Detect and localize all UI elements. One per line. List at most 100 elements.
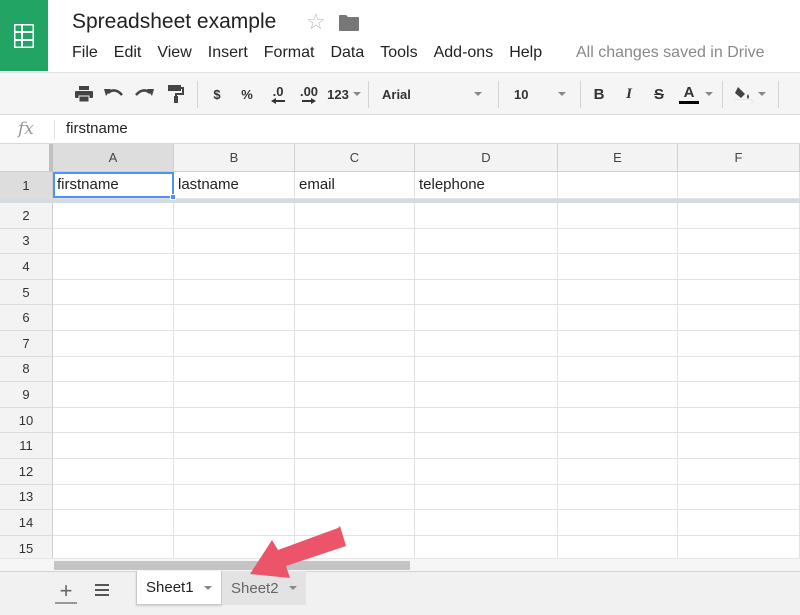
cell[interactable] — [678, 331, 800, 357]
font-family-dropdown[interactable]: Arial — [374, 82, 490, 106]
cell[interactable] — [558, 510, 678, 536]
cell[interactable] — [174, 254, 295, 280]
cell[interactable] — [678, 510, 800, 536]
cell[interactable] — [295, 305, 415, 331]
cell[interactable] — [678, 382, 800, 408]
font-size-dropdown[interactable]: 10 — [506, 82, 574, 106]
menu-tools[interactable]: Tools — [372, 44, 425, 64]
menu-edit[interactable]: Edit — [106, 44, 150, 64]
sheet-tab-sheet1[interactable]: Sheet1 — [136, 571, 222, 605]
increase-decimals-button[interactable]: .00 — [294, 82, 324, 106]
cell[interactable] — [53, 459, 174, 485]
cell[interactable] — [415, 459, 558, 485]
cell[interactable] — [53, 228, 174, 255]
cell[interactable] — [558, 279, 678, 306]
menu-insert[interactable]: Insert — [200, 44, 256, 64]
row-header[interactable]: 1 — [0, 172, 53, 199]
select-all-corner[interactable] — [0, 144, 53, 172]
cell[interactable] — [174, 279, 295, 306]
cell[interactable] — [295, 433, 415, 459]
row-header[interactable]: 12 — [0, 459, 53, 485]
cell[interactable] — [415, 228, 558, 255]
cell[interactable] — [415, 510, 558, 536]
column-header-f[interactable]: F — [678, 144, 800, 172]
row-header[interactable]: 13 — [0, 484, 53, 511]
cell[interactable] — [53, 382, 174, 408]
cell-b1[interactable]: lastname — [174, 172, 295, 199]
menu-data[interactable]: Data — [322, 44, 372, 64]
add-sheet-icon[interactable]: + — [55, 578, 77, 604]
cell[interactable] — [174, 228, 295, 255]
redo-icon[interactable] — [132, 82, 156, 106]
cell[interactable] — [174, 459, 295, 485]
cell-d1[interactable]: telephone — [415, 172, 558, 199]
cell[interactable] — [53, 433, 174, 459]
cell[interactable] — [678, 484, 800, 511]
cell[interactable] — [53, 535, 174, 558]
star-icon[interactable]: ☆ — [306, 11, 326, 33]
scrollbar-thumb[interactable] — [54, 561, 410, 570]
cell[interactable] — [678, 407, 800, 434]
all-sheets-menu-icon[interactable] — [93, 582, 111, 600]
cell[interactable] — [174, 203, 295, 229]
bold-button[interactable]: B — [588, 82, 610, 106]
cell[interactable] — [295, 535, 415, 558]
chevron-down-icon[interactable] — [289, 586, 297, 590]
row-header[interactable]: 4 — [0, 254, 53, 280]
cell[interactable] — [295, 484, 415, 511]
row-header[interactable]: 3 — [0, 228, 53, 255]
cell[interactable] — [678, 305, 800, 331]
cell[interactable] — [174, 356, 295, 383]
cell[interactable] — [174, 331, 295, 357]
cell[interactable] — [415, 279, 558, 306]
cell-a1[interactable]: firstname — [53, 172, 174, 199]
cell[interactable] — [174, 535, 295, 558]
chevron-down-icon[interactable] — [204, 586, 212, 590]
cell[interactable] — [415, 382, 558, 408]
cell[interactable] — [558, 459, 678, 485]
row-header[interactable]: 9 — [0, 382, 53, 408]
cell[interactable] — [174, 305, 295, 331]
cell[interactable] — [558, 356, 678, 383]
cell-c1[interactable]: email — [295, 172, 415, 199]
cell[interactable] — [678, 254, 800, 280]
cell[interactable] — [174, 433, 295, 459]
cell[interactable] — [295, 356, 415, 383]
row-header[interactable]: 15 — [0, 535, 53, 558]
folder-icon[interactable] — [338, 14, 360, 37]
print-icon[interactable] — [72, 82, 96, 106]
horizontal-scrollbar[interactable] — [0, 558, 800, 571]
cell[interactable] — [558, 331, 678, 357]
column-header-e[interactable]: E — [558, 144, 678, 172]
cell[interactable] — [53, 279, 174, 306]
cell[interactable] — [558, 433, 678, 459]
cell[interactable] — [174, 510, 295, 536]
cell[interactable] — [174, 407, 295, 434]
cell[interactable] — [415, 407, 558, 434]
cell[interactable] — [415, 254, 558, 280]
column-header-b[interactable]: B — [174, 144, 295, 172]
formula-input[interactable]: firstname — [66, 120, 128, 137]
sheets-logo-icon[interactable] — [0, 0, 48, 71]
cell[interactable] — [558, 203, 678, 229]
column-header-d[interactable]: D — [415, 144, 558, 172]
cell[interactable] — [415, 433, 558, 459]
cell[interactable] — [53, 484, 174, 511]
cell[interactable] — [558, 228, 678, 255]
row-header[interactable]: 2 — [0, 203, 53, 229]
cell[interactable] — [295, 279, 415, 306]
cell[interactable] — [415, 356, 558, 383]
row-header[interactable]: 5 — [0, 279, 53, 306]
cell[interactable] — [678, 279, 800, 306]
cell[interactable] — [174, 382, 295, 408]
italic-button[interactable]: I — [618, 82, 640, 106]
undo-icon[interactable] — [102, 82, 126, 106]
currency-format-button[interactable]: $ — [206, 82, 228, 106]
cell[interactable] — [53, 331, 174, 357]
row-header[interactable]: 6 — [0, 305, 53, 331]
menu-view[interactable]: View — [149, 44, 199, 64]
cell[interactable] — [678, 228, 800, 255]
row-header[interactable]: 10 — [0, 407, 53, 434]
strikethrough-button[interactable]: S — [648, 82, 670, 106]
column-header-a[interactable]: A — [53, 144, 174, 172]
